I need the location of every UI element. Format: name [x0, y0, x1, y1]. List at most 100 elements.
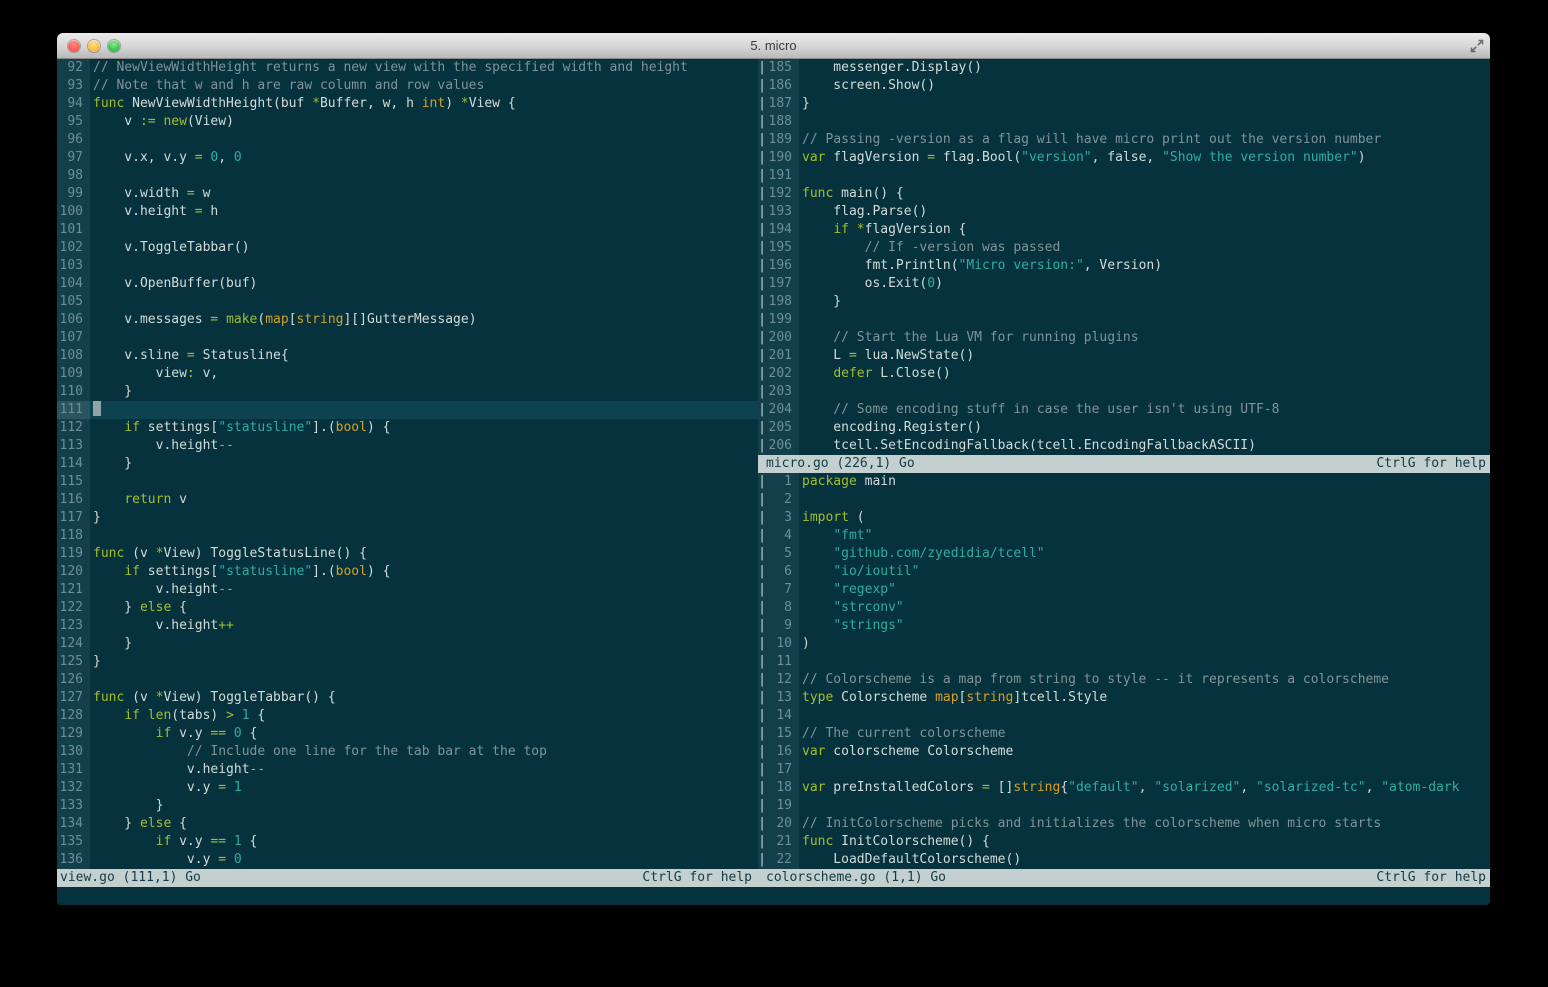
- code-line[interactable]: 135 if v.y == 1 {: [57, 833, 758, 851]
- code-line[interactable]: 128 if len(tabs) > 1 {: [57, 707, 758, 725]
- code-line[interactable]: | 189// Passing -version as a flag will h…: [758, 131, 1490, 149]
- code-line[interactable]: 93// Note that w and h are raw column an…: [57, 77, 758, 95]
- code-line[interactable]: 97 v.x, v.y = 0, 0: [57, 149, 758, 167]
- code-line[interactable]: | 202 defer L.Close(): [758, 365, 1490, 383]
- code-line[interactable]: | 196 fmt.Println("Micro version:", Versi…: [758, 257, 1490, 275]
- code-line[interactable]: | 13 type Colorscheme map[string]tcell.Sty…: [758, 689, 1490, 707]
- code-line[interactable]: | 6 "io/ioutil": [758, 563, 1490, 581]
- minimize-button[interactable]: [88, 40, 100, 52]
- code-line[interactable]: | 9 "strings": [758, 617, 1490, 635]
- code-line[interactable]: 121 v.height--: [57, 581, 758, 599]
- code-line[interactable]: 130 // Include one line for the tab bar …: [57, 743, 758, 761]
- code-line[interactable]: | 206 tcell.SetEncodingFallback(tcell.Enc…: [758, 437, 1490, 455]
- code-line[interactable]: 99 v.width = w: [57, 185, 758, 203]
- code-line[interactable]: 105: [57, 293, 758, 311]
- code-line[interactable]: 120 if settings["statusline"].(bool) {: [57, 563, 758, 581]
- code-line[interactable]: | 204 // Some encoding stuff in case the …: [758, 401, 1490, 419]
- code-line[interactable]: | 5 "github.com/zyedidia/tcell": [758, 545, 1490, 563]
- code-line[interactable]: 114 }: [57, 455, 758, 473]
- code-line[interactable]: | 186 screen.Show(): [758, 77, 1490, 95]
- code-line[interactable]: 96: [57, 131, 758, 149]
- code-line[interactable]: 109 view: v,: [57, 365, 758, 383]
- code-line[interactable]: | 11: [758, 653, 1490, 671]
- code-line[interactable]: | 10): [758, 635, 1490, 653]
- code-line[interactable]: | 16 var colorscheme Colorscheme: [758, 743, 1490, 761]
- code-line[interactable]: 134 } else {: [57, 815, 758, 833]
- titlebar[interactable]: 5. micro: [57, 33, 1490, 59]
- code-line[interactable]: | 12// Colorscheme is a map from string t…: [758, 671, 1490, 689]
- code-line[interactable]: | 3 import (: [758, 509, 1490, 527]
- code-line[interactable]: | 195 // If -version was passed: [758, 239, 1490, 257]
- code-line[interactable]: 131 v.height--: [57, 761, 758, 779]
- code-line[interactable]: | 199: [758, 311, 1490, 329]
- code-line[interactable]: 133 }: [57, 797, 758, 815]
- code-line[interactable]: | 2: [758, 491, 1490, 509]
- code-line[interactable]: | 18 var preInstalledColors = []string{"de…: [758, 779, 1490, 797]
- code-line[interactable]: 111: [57, 401, 758, 419]
- code-line[interactable]: | 191: [758, 167, 1490, 185]
- split-divider: |: [758, 383, 766, 401]
- code-line[interactable]: | 197 os.Exit(0): [758, 275, 1490, 293]
- fullscreen-icon[interactable]: [1470, 39, 1484, 53]
- code-line[interactable]: 117}: [57, 509, 758, 527]
- code-line[interactable]: 127 func (v *View) ToggleTabbar() {: [57, 689, 758, 707]
- code-line[interactable]: | 194 if *flagVersion {: [758, 221, 1490, 239]
- code-line[interactable]: 113 v.height--: [57, 437, 758, 455]
- code-line[interactable]: | 8 "strconv": [758, 599, 1490, 617]
- code-line[interactable]: | 193 flag.Parse(): [758, 203, 1490, 221]
- code-line[interactable]: 104 v.OpenBuffer(buf): [57, 275, 758, 293]
- code-line[interactable]: 112 if settings["statusline"].(bool) {: [57, 419, 758, 437]
- code-line[interactable]: 94 func NewViewWidthHeight(buf *Buffer, w…: [57, 95, 758, 113]
- code-line[interactable]: 107: [57, 329, 758, 347]
- code-line[interactable]: | 203: [758, 383, 1490, 401]
- code-line[interactable]: | 21 func InitColorscheme() {: [758, 833, 1490, 851]
- code-line[interactable]: | 15// The current colorscheme: [758, 725, 1490, 743]
- code-line[interactable]: | 22 LoadDefaultColorscheme(): [758, 851, 1490, 869]
- code-line[interactable]: | 192 func main() {: [758, 185, 1490, 203]
- code-line[interactable]: | 185 messenger.Display(): [758, 59, 1490, 77]
- command-bar[interactable]: [57, 887, 1490, 905]
- code-line[interactable]: 92// NewViewWidthHeight returns a new vi…: [57, 59, 758, 77]
- code-line[interactable]: 98: [57, 167, 758, 185]
- code-line[interactable]: 125}: [57, 653, 758, 671]
- code-line[interactable]: 106 v.messages = make(map[string][]Gutte…: [57, 311, 758, 329]
- code-line[interactable]: 129 if v.y == 0 {: [57, 725, 758, 743]
- code-line[interactable]: | 14: [758, 707, 1490, 725]
- code-line[interactable]: | 17: [758, 761, 1490, 779]
- code-line[interactable]: | 205 encoding.Register(): [758, 419, 1490, 437]
- code-line[interactable]: | 187}: [758, 95, 1490, 113]
- pane-colorscheme-go[interactable]: | 1 package main | 2 | 3 import (| 4 "fmt" | 5 "gi…: [758, 473, 1490, 869]
- code-line[interactable]: 118: [57, 527, 758, 545]
- code-line[interactable]: | 20// InitColorscheme picks and initiali…: [758, 815, 1490, 833]
- code-line[interactable]: 103: [57, 257, 758, 275]
- code-line[interactable]: 108 v.sline = Statusline{: [57, 347, 758, 365]
- zoom-button[interactable]: [108, 40, 120, 52]
- code-line[interactable]: 119 func (v *View) ToggleStatusLine() {: [57, 545, 758, 563]
- code-line[interactable]: 95 v := new(View): [57, 113, 758, 131]
- code-line[interactable]: | 19: [758, 797, 1490, 815]
- pane-view-go[interactable]: 92// NewViewWidthHeight returns a new vi…: [57, 59, 758, 869]
- code-line[interactable]: | 188: [758, 113, 1490, 131]
- code-line[interactable]: 110 }: [57, 383, 758, 401]
- code-line[interactable]: | 7 "regexp": [758, 581, 1490, 599]
- code-line[interactable]: 126: [57, 671, 758, 689]
- code-line[interactable]: | 200 // Start the Lua VM for running plu…: [758, 329, 1490, 347]
- code-line[interactable]: 123 v.height++: [57, 617, 758, 635]
- code-text: v.height = h: [93, 204, 219, 219]
- code-line[interactable]: 132 v.y = 1: [57, 779, 758, 797]
- code-line[interactable]: 115: [57, 473, 758, 491]
- code-line[interactable]: 101: [57, 221, 758, 239]
- code-line[interactable]: | 201 L = lua.NewState(): [758, 347, 1490, 365]
- code-line[interactable]: | 190 var flagVersion = flag.Bool("version…: [758, 149, 1490, 167]
- code-line[interactable]: 116 return v: [57, 491, 758, 509]
- code-line[interactable]: 100 v.height = h: [57, 203, 758, 221]
- code-line[interactable]: 136 v.y = 0: [57, 851, 758, 869]
- code-line[interactable]: 102 v.ToggleTabbar(): [57, 239, 758, 257]
- pane-micro-go[interactable]: | 185 messenger.Display() | 186 screen.Show…: [758, 59, 1490, 455]
- code-line[interactable]: | 4 "fmt": [758, 527, 1490, 545]
- code-line[interactable]: 124 }: [57, 635, 758, 653]
- code-line[interactable]: | 198 }: [758, 293, 1490, 311]
- code-line[interactable]: 122 } else {: [57, 599, 758, 617]
- close-button[interactable]: [68, 40, 80, 52]
- code-line[interactable]: | 1 package main: [758, 473, 1490, 491]
